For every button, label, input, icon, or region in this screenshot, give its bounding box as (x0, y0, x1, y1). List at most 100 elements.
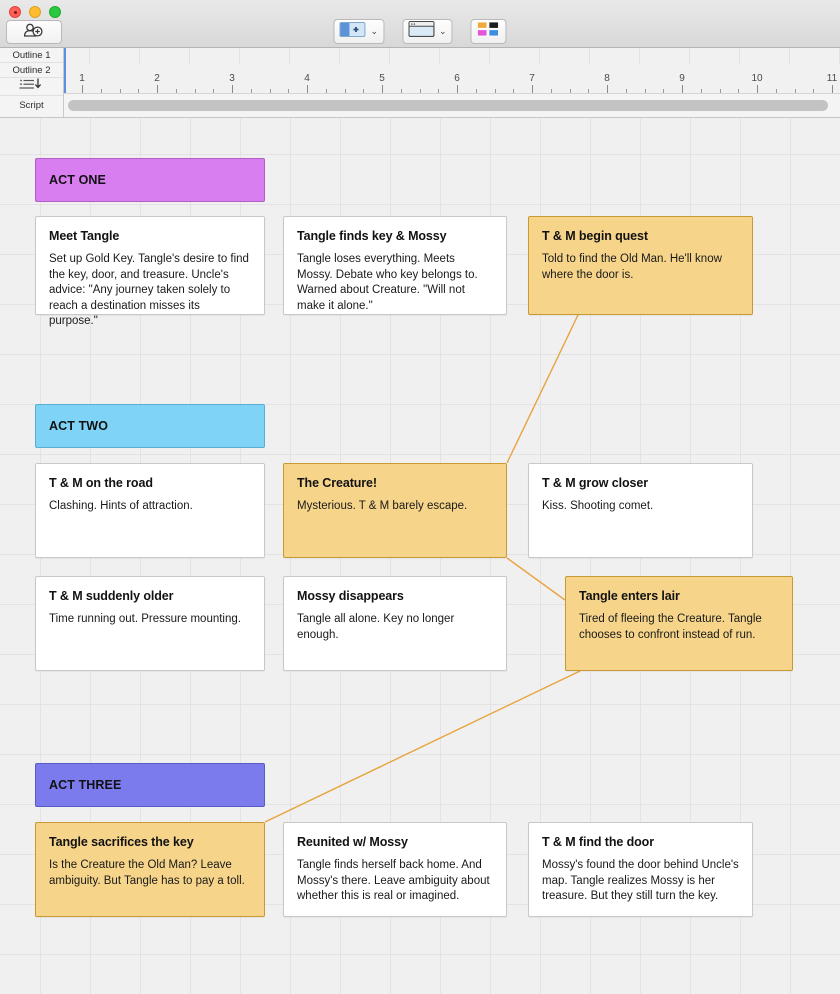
ruler-gridline (689, 48, 690, 64)
ruler-tick-minor (513, 89, 515, 93)
window-layout-icon (407, 20, 435, 42)
ruler-tick-minor (138, 89, 140, 93)
index-card-body: Is the Creature the Old Man? Leave ambig… (49, 859, 245, 887)
ruler-tick-minor (325, 89, 327, 93)
ruler-tick-label: 2 (154, 73, 160, 84)
ruler-gridline (239, 48, 240, 64)
ruler-tick-major (82, 85, 83, 93)
ruler-tick-label: 10 (751, 73, 763, 84)
color-grid-icon (477, 21, 501, 42)
ruler-tick-minor (438, 89, 440, 93)
ruler-tick-major (307, 85, 308, 93)
index-card-title: Reunited w/ Mossy (297, 835, 408, 849)
ruler-tick-minor (775, 89, 777, 93)
index-card-title: Tangle finds key & Mossy (297, 229, 447, 243)
ruler-tick-minor (344, 89, 346, 93)
ruler-tick-minor (569, 89, 571, 93)
index-card[interactable]: T & M find the door Mossy's found the doo… (528, 822, 753, 917)
ruler-tick-minor (663, 89, 665, 93)
ruler-gridline (339, 48, 340, 64)
ruler-gridline (789, 48, 790, 64)
act-header-label: ACT ONE (49, 173, 106, 187)
index-card-title: Tangle sacrifices the key (49, 835, 194, 849)
add-person-button[interactable] (6, 20, 62, 44)
index-card[interactable]: T & M grow closer Kiss. Shooting comet. (528, 463, 753, 558)
ruler-tick-major (757, 85, 758, 93)
index-card-title: T & M find the door (542, 835, 654, 849)
ruler-tick-major (607, 85, 608, 93)
ruler-tick-label: 1 (79, 73, 85, 84)
act-header-label: ACT TWO (49, 419, 109, 433)
ruler-tick-minor (794, 89, 796, 93)
chevron-down-icon: ⌄ (370, 26, 378, 36)
ruler-tick-label: 9 (679, 73, 685, 84)
horizontal-scrollbar-thumb[interactable] (68, 100, 829, 111)
index-card[interactable]: T & M suddenly older Time running out. Pr… (35, 576, 265, 671)
close-window-button[interactable] (9, 6, 21, 18)
sidebar-item-outline-2[interactable]: Outline 2 (0, 63, 63, 78)
ruler-tick-minor (419, 89, 421, 93)
index-card[interactable]: The Creature! Mysterious. T & M barely es… (283, 463, 507, 558)
ruler-tick-minor (250, 89, 252, 93)
ruler-gridline (489, 48, 490, 64)
board-canvas[interactable]: ACT ONE ACT TWO ACT THREE Meet Tangle Set up… (0, 118, 840, 994)
ruler-tick-major (682, 85, 683, 93)
index-card[interactable]: Reunited w/ Mossy Tangle finds herself ba… (283, 822, 507, 917)
index-card[interactable]: Tangle finds key & Mossy Tangle loses eve… (283, 216, 507, 315)
window-layout-button[interactable]: ⌄ (402, 19, 453, 44)
ruler-tick-minor (625, 89, 627, 93)
horizontal-ruler[interactable]: 1 2 3 4 5 6 7 8 9 10 11 (64, 48, 840, 94)
minimize-window-button[interactable] (29, 6, 41, 18)
index-card[interactable]: Tangle sacrifices the key Is the Creature… (35, 822, 265, 917)
ruler-tick-minor (813, 89, 815, 93)
ruler-tick-minor (194, 89, 196, 93)
index-card-title: T & M on the road (49, 476, 153, 490)
index-card-body: Kiss. Shooting comet. (542, 500, 654, 512)
act-header-3[interactable]: ACT THREE (35, 763, 265, 807)
split-view-add-button[interactable]: ⌄ (333, 19, 384, 44)
index-card-body: Mossy's found the door behind Uncle's ma… (542, 859, 739, 902)
index-card[interactable]: Mossy disappears Tangle all alone. Key no… (283, 576, 507, 671)
ruler-origin-marker (64, 48, 66, 93)
maximize-window-button[interactable] (49, 6, 61, 18)
ruler-tick-minor (400, 89, 402, 93)
ruler-tick-major (382, 85, 383, 93)
index-card-body: Clashing. Hints of attraction. (49, 500, 193, 512)
color-grid-button[interactable] (470, 19, 507, 44)
index-card-title: T & M begin quest (542, 229, 648, 243)
ruler-column: 1 2 3 4 5 6 7 8 9 10 11 (64, 48, 840, 117)
act-header-1[interactable]: ACT ONE (35, 158, 265, 202)
index-card-title: Tangle enters lair (579, 589, 680, 603)
ruler-tick-major (532, 85, 533, 93)
outline-arrow-icon (19, 78, 45, 96)
ruler-tick-minor (588, 89, 590, 93)
title-bar: ⌄ ⌄ (0, 0, 840, 48)
sidebar-item-script[interactable]: Script (0, 96, 63, 115)
sidebar-item-outline-1[interactable]: Outline 1 (0, 48, 63, 63)
index-card[interactable]: T & M begin quest Told to find the Old Ma… (528, 216, 753, 315)
ruler-tick-minor (700, 89, 702, 93)
index-card[interactable]: Meet Tangle Set up Gold Key. Tangle's des… (35, 216, 265, 327)
ruler-tick-minor (738, 89, 740, 93)
act-header-2[interactable]: ACT TWO (35, 404, 265, 448)
ruler-tick-label: 8 (604, 73, 610, 84)
index-card[interactable]: Tangle enters lair Tired of fleeing the C… (565, 576, 793, 671)
index-card-body: Tangle finds herself back home. And Moss… (297, 859, 490, 902)
sidebar-item-outline-arrow[interactable] (0, 78, 63, 96)
index-card-title: T & M suddenly older (49, 589, 174, 603)
index-card-body: Tired of fleeing the Creature. Tangle ch… (579, 613, 762, 641)
ruler-tick-major (832, 85, 833, 93)
index-card-title: The Creature! (297, 476, 377, 490)
horizontal-scrollbar[interactable] (64, 94, 840, 117)
index-card[interactable]: T & M on the road Clashing. Hints of attr… (35, 463, 265, 558)
ruler-tick-minor (550, 89, 552, 93)
ruler-tick-minor (644, 89, 646, 93)
window-controls (9, 6, 61, 18)
ruler-tick-major (457, 85, 458, 93)
index-card-title: T & M grow closer (542, 476, 648, 490)
app-window: ⌄ ⌄ Outline 1 Outline 2 Script 1 2 3 4 5… (0, 0, 840, 994)
ruler-gridline (639, 48, 640, 64)
ruler-tick-minor (363, 89, 365, 93)
ruler-tick-label: 3 (229, 73, 235, 84)
connector-line (506, 314, 579, 464)
